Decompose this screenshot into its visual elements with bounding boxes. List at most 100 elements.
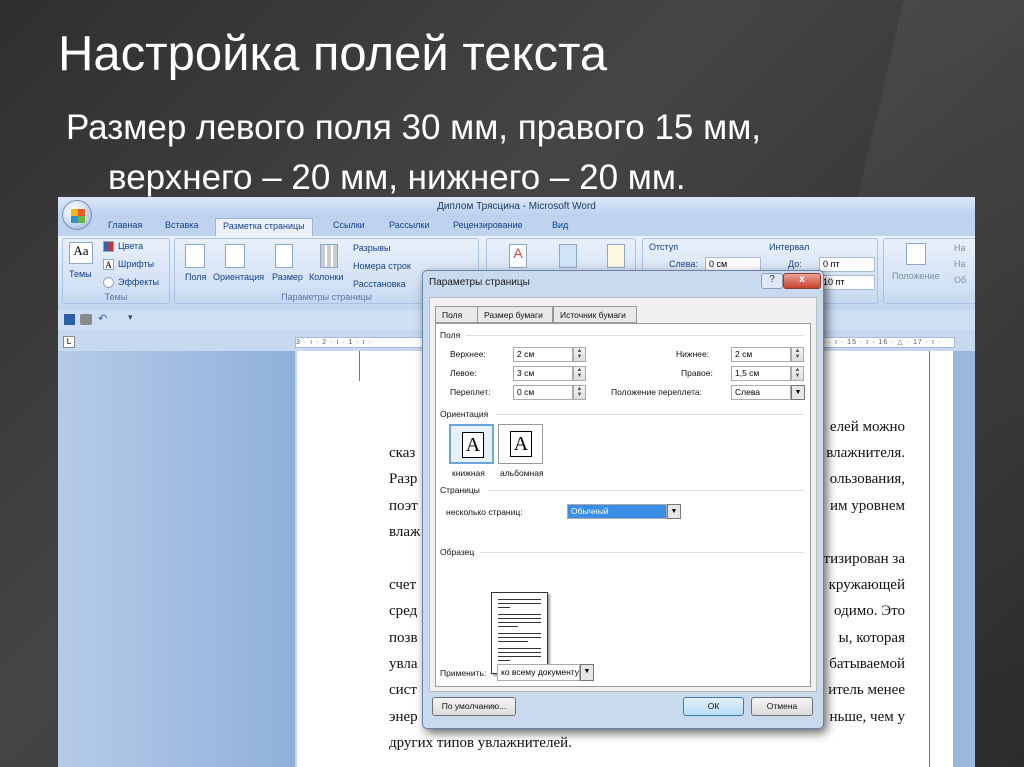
- themes-icon: Aa: [69, 242, 93, 264]
- effects-button[interactable]: Эффекты: [118, 277, 159, 287]
- top-margin-input[interactable]: 2 см: [513, 347, 573, 362]
- ok-button[interactable]: ОК: [683, 697, 744, 716]
- document-background-left: [58, 351, 295, 767]
- margin-guide-left: [359, 351, 360, 381]
- chevron-down-icon[interactable]: ▼: [667, 504, 681, 519]
- save-icon[interactable]: [64, 314, 75, 325]
- tab-paper-size[interactable]: Размер бумаги: [477, 306, 553, 323]
- customize-qat-icon[interactable]: ▾: [128, 312, 133, 323]
- page-borders-icon: [607, 244, 625, 268]
- document-text-right: ользования,: [829, 471, 905, 487]
- slide-subtitle-line2: верхнего – 20 мм, нижнего – 20 мм.: [108, 158, 686, 197]
- document-text-right: ньше, чем у: [829, 709, 905, 725]
- left-margin-label: Левое:: [450, 368, 477, 378]
- help-button[interactable]: ?: [761, 273, 783, 289]
- top-margin-spinner[interactable]: ▲ ▼: [573, 347, 586, 362]
- gutter-spinner[interactable]: ▲ ▼: [573, 385, 586, 400]
- fonts-button[interactable]: Шрифты: [118, 259, 154, 269]
- portrait-option[interactable]: A: [449, 424, 494, 464]
- window-title: Диплом Трясцина - Microsoft Word: [58, 197, 975, 217]
- columns-button[interactable]: Колонки: [309, 272, 343, 282]
- effects-icon: [103, 277, 114, 288]
- chevron-down-icon[interactable]: ▼: [791, 385, 805, 400]
- document-text-right: одимо. Это: [834, 603, 905, 619]
- cancel-button[interactable]: Отмена: [751, 697, 813, 716]
- divider: [480, 552, 804, 553]
- left-margin-input[interactable]: 3 см: [513, 366, 573, 381]
- text-wrap-button[interactable]: Об: [954, 275, 966, 285]
- undo-icon[interactable]: ↶: [98, 312, 107, 325]
- document-text-right: ы, которая: [838, 630, 905, 646]
- document-text-left: позв: [389, 630, 418, 646]
- office-logo-icon: [71, 209, 85, 223]
- document-text-right: влажнителя.: [826, 445, 905, 461]
- orientation-button[interactable]: Ориентация: [213, 272, 264, 282]
- document-text-left: сказ: [389, 445, 416, 461]
- ruler-left-marks: 3 · ı · 2 · ı · 1 · ı ·: [296, 339, 372, 346]
- document-text-left: сист: [389, 682, 417, 698]
- spacing-before-input[interactable]: 0 пт: [819, 257, 875, 272]
- multiple-pages-select[interactable]: Обычный: [567, 504, 667, 519]
- document-text-left: поэт: [389, 498, 418, 514]
- send-backward-button[interactable]: На: [954, 259, 966, 269]
- print-icon[interactable]: [80, 314, 92, 325]
- slide-title: Настройка полей текста: [58, 27, 608, 81]
- landscape-option[interactable]: A: [498, 424, 543, 464]
- position-icon: [906, 243, 926, 265]
- section-preview: Образец: [440, 547, 475, 557]
- document-text-left: сред: [389, 603, 418, 619]
- breaks-button[interactable]: Разрывы: [353, 243, 390, 253]
- divider: [496, 414, 804, 415]
- right-margin-spinner[interactable]: ▲ ▼: [791, 366, 804, 381]
- hyphenation-button[interactable]: Расстановка: [353, 279, 406, 289]
- tab-selector-icon[interactable]: L: [63, 336, 75, 348]
- line-numbers-button[interactable]: Номера строк: [353, 261, 411, 271]
- tab-page-layout[interactable]: Разметка страницы: [215, 218, 313, 236]
- tab-margins[interactable]: Поля: [435, 306, 478, 323]
- top-margin-label: Верхнее:: [450, 349, 486, 359]
- bring-forward-button[interactable]: На: [954, 243, 966, 253]
- bottom-margin-input[interactable]: 2 см: [731, 347, 791, 362]
- ribbon-tabs: Главная Вставка Разметка страницы Ссылки…: [58, 217, 975, 236]
- slide-subtitle-line1: Размер левого поля 30 мм, правого 15 мм,: [66, 108, 761, 147]
- size-button[interactable]: Размер: [272, 272, 303, 282]
- portrait-label[interactable]: книжная: [452, 468, 485, 478]
- document-background-right: [953, 351, 975, 767]
- tab-home[interactable]: Главная: [108, 220, 142, 230]
- orientation-icon: [225, 244, 245, 268]
- spacing-after-input[interactable]: 10 пт: [819, 275, 875, 290]
- tab-references[interactable]: Ссылки: [333, 220, 365, 230]
- margins-icon: [185, 244, 205, 268]
- section-margins: Поля: [440, 330, 461, 340]
- spacing-label: Интервал: [769, 242, 810, 252]
- close-button[interactable]: x: [783, 273, 821, 289]
- gutter-position-select[interactable]: Слева: [731, 385, 791, 400]
- position-button[interactable]: Положение: [892, 271, 940, 281]
- document-text-left: влаж: [389, 524, 421, 540]
- margins-button[interactable]: Поля: [185, 272, 206, 282]
- spacing-before-label: До:: [788, 259, 802, 269]
- apply-to-select[interactable]: ко всему документу: [497, 664, 580, 681]
- tab-paper-source[interactable]: Источник бумаги: [553, 306, 637, 323]
- apply-to-label: Применить:: [440, 668, 487, 678]
- tab-insert[interactable]: Вставка: [165, 220, 198, 230]
- tab-view[interactable]: Вид: [552, 220, 568, 230]
- left-margin-spinner[interactable]: ▲ ▼: [573, 366, 586, 381]
- page-color-icon: [559, 244, 577, 268]
- tab-review[interactable]: Рецензирование: [453, 220, 523, 230]
- tab-mailings[interactable]: Рассылки: [389, 220, 429, 230]
- divider: [488, 490, 804, 491]
- fonts-icon: A: [103, 259, 114, 270]
- ruler-right-marks: 14 · ı · 15 · ı · 16 · △ · 17 · ı ·: [816, 339, 942, 346]
- bottom-margin-spinner[interactable]: ▲ ▼: [791, 347, 804, 362]
- gutter-input[interactable]: 0 см: [513, 385, 573, 400]
- landscape-label[interactable]: альбомная: [500, 468, 544, 478]
- office-button[interactable]: [62, 200, 92, 230]
- right-margin-input[interactable]: 1,5 см: [731, 366, 791, 381]
- chevron-down-icon[interactable]: ▼: [580, 664, 594, 681]
- colors-button[interactable]: Цвета: [118, 241, 143, 251]
- default-button[interactable]: По умолчанию...: [432, 697, 516, 716]
- divider: [466, 335, 804, 336]
- indent-left-label: Слева:: [669, 259, 698, 269]
- themes-button[interactable]: Темы: [69, 269, 92, 279]
